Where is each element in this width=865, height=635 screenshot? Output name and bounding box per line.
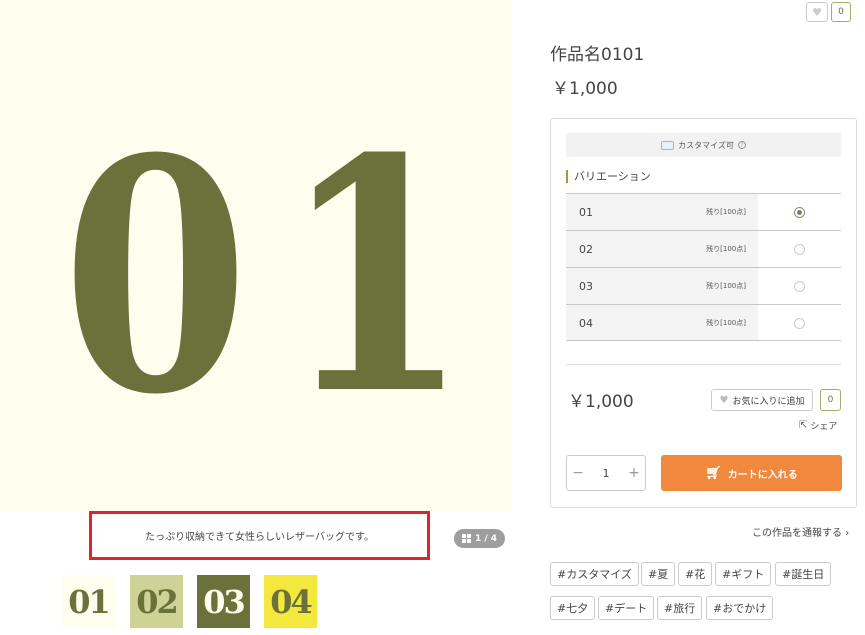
favorite-count-top: 0 xyxy=(831,2,851,22)
heart-icon[interactable]: ♥ xyxy=(806,2,828,22)
variation-name: 04 xyxy=(579,317,593,330)
variation-name: 01 xyxy=(579,206,593,219)
heart-icon: ♥ xyxy=(719,394,729,406)
variation-row[interactable]: 03 残り[100点] xyxy=(566,267,841,304)
tag-gift[interactable]: #ギフト xyxy=(715,562,772,586)
purchase-box: カスタマイズ可 ? バリエーション 01 残り[100点] 02 残り[100点… xyxy=(550,118,857,508)
customize-banner: カスタマイズ可 ? xyxy=(566,133,841,157)
tag-flower[interactable]: #花 xyxy=(678,562,713,586)
variation-stock: 残り[100点] xyxy=(706,245,746,253)
divider xyxy=(566,364,841,365)
share-label: シェア xyxy=(810,422,838,432)
variation-name: 02 xyxy=(579,243,593,256)
customize-label: カスタマイズ可 xyxy=(678,140,734,150)
variation-radio[interactable] xyxy=(794,281,805,292)
main-product-image[interactable]: 0 1 xyxy=(0,0,512,512)
variation-row[interactable]: 01 残り[100点] xyxy=(566,193,841,230)
variation-stock: 残り[100点] xyxy=(706,282,746,290)
image-digit-zero: 0 xyxy=(62,90,250,465)
quantity-value[interactable]: 1 xyxy=(589,467,623,480)
tag-summer[interactable]: #夏 xyxy=(641,562,676,586)
thumbnail-2[interactable]: 02 xyxy=(130,575,183,628)
share-icon: ⇱ xyxy=(799,420,808,431)
report-label: この作品を通報する xyxy=(752,528,842,539)
thumbnail-3[interactable]: 03 xyxy=(197,575,250,628)
report-link[interactable]: この作品を通報する › xyxy=(752,524,849,539)
add-to-cart-button[interactable]: 🛒︎ カートに入れる xyxy=(661,455,842,491)
variation-stock: 残り[100点] xyxy=(706,208,746,216)
product-title: 作品名0101 xyxy=(550,45,645,65)
image-caption: たっぷり収納できて女性らしいレザーバッグです。 xyxy=(89,511,430,560)
variation-radio[interactable] xyxy=(794,207,805,218)
variation-table: 01 残り[100点] 02 残り[100点] 03 残り[100点] 04 残… xyxy=(566,193,841,341)
purchase-price: ￥1,000 xyxy=(568,392,634,412)
caption-text: たっぷり収納できて女性らしいレザーバッグです。 xyxy=(145,532,374,543)
variation-radio[interactable] xyxy=(794,244,805,255)
favorite-count: 0 xyxy=(820,389,841,411)
add-to-favorites-button[interactable]: ♥ お気に入りに追加 xyxy=(711,389,813,411)
share-link[interactable]: ⇱ シェア xyxy=(799,419,837,432)
tag-date[interactable]: #デート xyxy=(598,596,655,620)
tag-customize[interactable]: #カスタマイズ xyxy=(550,562,639,586)
customize-icon xyxy=(661,140,675,150)
thumbnail-4[interactable]: 04 xyxy=(264,575,317,628)
product-price: ￥1,000 xyxy=(552,79,618,99)
chevron-right-icon: › xyxy=(845,528,850,539)
product-page: 0 1 たっぷり収納できて女性らしいレザーバッグです。 1 / 4 01 02 … xyxy=(0,0,865,635)
variation-row[interactable]: 02 残り[100点] xyxy=(566,230,841,267)
favorite-top: ♥ 0 xyxy=(806,2,851,22)
grid-icon xyxy=(461,534,471,543)
cart-icon: 🛒︎ xyxy=(705,465,722,481)
info-icon[interactable]: ? xyxy=(737,141,746,149)
image-digit-one: 1 xyxy=(282,90,470,465)
tag-outing[interactable]: #おでかけ xyxy=(706,596,774,620)
thumbnail-1[interactable]: 01 xyxy=(62,575,115,628)
variation-row[interactable]: 04 残り[100点] xyxy=(566,304,841,341)
tag-birthday[interactable]: #誕生日 xyxy=(775,562,832,586)
tag-travel[interactable]: #旅行 xyxy=(657,596,703,620)
variation-name: 03 xyxy=(579,280,593,293)
add-to-favorites-label: お気に入りに追加 xyxy=(732,396,805,407)
variation-stock: 残り[100点] xyxy=(706,319,746,327)
quantity-stepper: − 1 + xyxy=(566,455,646,491)
variation-radio[interactable] xyxy=(794,318,805,329)
quantity-increase-button[interactable]: + xyxy=(623,465,645,481)
counter-text: 1 / 4 xyxy=(474,533,498,544)
variation-heading: バリエーション xyxy=(566,170,651,183)
tag-tanabata[interactable]: #七夕 xyxy=(550,596,596,620)
add-to-cart-label: カートに入れる xyxy=(727,469,798,481)
quantity-decrease-button[interactable]: − xyxy=(567,465,589,481)
image-counter[interactable]: 1 / 4 xyxy=(454,529,505,548)
